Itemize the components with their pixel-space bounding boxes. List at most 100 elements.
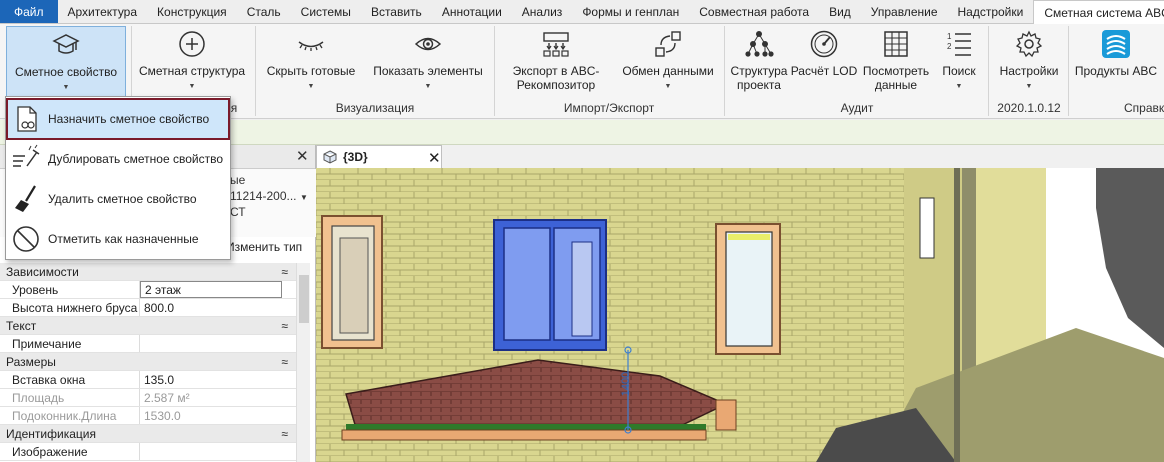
mortarboard-icon	[51, 29, 81, 61]
estimate-property-button[interactable]: Сметное свойство ▼	[6, 26, 126, 100]
hide-ready-label: Скрыть готовые	[266, 64, 356, 78]
divider	[724, 26, 725, 116]
chevron-down-icon: ▼	[424, 83, 432, 90]
level-field[interactable]: 2 этаж	[140, 281, 282, 298]
menu-item-delete[interactable]: Удалить сметное свойство	[8, 180, 228, 218]
view-tab-3d[interactable]: {3D} ✕	[316, 145, 442, 168]
prop-name: Изображение	[0, 443, 140, 460]
area-value: 2.587 м²	[144, 391, 190, 405]
sill-height-field[interactable]: 800.0	[140, 299, 296, 316]
show-elements-button[interactable]: Показать элементы ▼	[368, 26, 488, 100]
project-structure-label: Структура проекта	[730, 64, 788, 92]
tab-structure[interactable]: Конструкция	[147, 0, 237, 23]
view-tab-title: {3D}	[343, 150, 368, 164]
group-label-visualization: Визуализация	[335, 101, 415, 115]
section-dependencies[interactable]: Зависимости ≈	[0, 263, 296, 281]
3d-view-canvas[interactable]: 1400	[316, 168, 1164, 462]
type-name-line3: СТ	[230, 205, 246, 219]
plus-circle-icon	[177, 28, 207, 60]
chevron-down-icon[interactable]: ▼	[300, 193, 308, 202]
settings-button[interactable]: Настройки ▼	[992, 26, 1066, 100]
properties-scrollbar[interactable]	[296, 263, 310, 462]
divider	[1068, 26, 1069, 116]
hide-ready-button[interactable]: Скрыть готовые ▼	[262, 26, 360, 100]
image-field[interactable]	[140, 443, 296, 460]
prop-name: Уровень	[0, 281, 140, 298]
exchange-icon	[653, 28, 683, 60]
window-inset-field[interactable]: 135.0	[140, 371, 296, 388]
gear-icon	[1014, 28, 1044, 60]
search-button[interactable]: 12 Поиск ▼	[936, 26, 982, 100]
export-abc-button[interactable]: Экспорт в ABC-Рекомпозитор	[498, 26, 614, 100]
tab-insert[interactable]: Вставить	[361, 0, 432, 23]
project-structure-button[interactable]: Структура проекта	[728, 26, 790, 100]
chevron-down-icon: ▼	[955, 83, 963, 90]
section-label: Зависимости	[6, 265, 79, 279]
note-field[interactable]	[140, 335, 296, 352]
data-exchange-label: Обмен данными	[622, 64, 714, 78]
lod-calc-button[interactable]: Расчёт LOD	[790, 26, 858, 100]
broom-icon	[8, 182, 44, 216]
tab-steel[interactable]: Сталь	[237, 0, 291, 23]
eye-closed-icon	[296, 28, 326, 60]
tab-view[interactable]: Вид	[819, 0, 861, 23]
scrollbar-thumb[interactable]	[299, 275, 309, 323]
collapse-icon[interactable]: ≈	[281, 353, 288, 370]
prop-name: Подоконник.Длина	[0, 407, 140, 424]
tab-annotate[interactable]: Аннотации	[432, 0, 512, 23]
group-label-help: Справк	[1124, 101, 1164, 115]
tab-collaborate[interactable]: Совместная работа	[689, 0, 819, 23]
building-render	[316, 168, 1164, 462]
menu-item-label: Удалить сметное свойство	[48, 192, 197, 206]
close-icon[interactable]: ✕	[428, 149, 441, 167]
section-text[interactable]: Текст ≈	[0, 317, 296, 335]
tab-file[interactable]: Файл	[0, 0, 58, 23]
tab-systems[interactable]: Системы	[291, 0, 361, 23]
version-label: 2020.1.0.12	[997, 101, 1061, 115]
divider	[988, 26, 989, 116]
tab-abc-estimate[interactable]: Сметная система ABC	[1033, 0, 1164, 25]
table-row: Высота нижнего бруса 800.0	[0, 299, 296, 317]
tab-analyze[interactable]: Анализ	[512, 0, 573, 23]
prop-name: Вставка окна	[0, 371, 140, 388]
duplicate-icon	[8, 142, 44, 176]
chevron-down-icon: ▼	[307, 83, 315, 90]
abc-products-button[interactable]: Продукты ABC	[1072, 26, 1160, 100]
section-identification[interactable]: Идентификация ≈	[0, 425, 296, 443]
menu-item-mark-assigned[interactable]: Отметить как назначенные	[8, 220, 228, 258]
section-dimensions[interactable]: Размеры ≈	[0, 353, 296, 371]
export-abc-label: Экспорт в ABC-Рекомпозитор	[512, 64, 600, 92]
estimate-property-label: Сметное свойство	[14, 65, 118, 79]
group-label-audit: Аудит	[840, 101, 874, 115]
tab-architecture[interactable]: Архитектура	[58, 0, 148, 23]
tab-addins[interactable]: Надстройки	[948, 0, 1034, 23]
svg-text:1: 1	[947, 32, 952, 41]
hierarchy-icon	[744, 28, 774, 60]
collapse-icon[interactable]: ≈	[281, 425, 288, 442]
view-data-button[interactable]: Посмотреть данные	[858, 26, 934, 100]
collapse-icon[interactable]: ≈	[281, 317, 288, 334]
data-exchange-button[interactable]: Обмен данными ▼	[618, 26, 718, 100]
collapse-icon[interactable]: ≈	[281, 263, 288, 280]
estimate-structure-button[interactable]: Сметная структура ▼	[136, 26, 248, 100]
edit-type-button[interactable]: Изменить тип	[226, 240, 302, 254]
menu-item-assign[interactable]: Назначить сметное свойство	[6, 98, 230, 140]
menu-item-label: Назначить сметное свойство	[48, 112, 210, 126]
eye-icon	[413, 28, 443, 60]
section-label: Текст	[6, 319, 37, 333]
table-row: Примечание	[0, 335, 296, 353]
divider	[494, 26, 495, 116]
prop-name: Высота нижнего бруса	[0, 299, 140, 316]
table-icon	[881, 28, 911, 60]
tab-massing[interactable]: Формы и генплан	[572, 0, 689, 23]
menu-item-duplicate[interactable]: Дублировать сметное свойство	[8, 140, 228, 178]
close-icon[interactable]: ✕	[296, 149, 309, 164]
no-entry-icon	[8, 222, 44, 256]
tab-manage[interactable]: Управление	[861, 0, 948, 23]
abc-products-label: Продукты ABC	[1074, 64, 1158, 78]
table-row: Уровень 2 этаж	[0, 281, 296, 299]
dimension-label[interactable]: 1400	[620, 372, 632, 396]
group-label-import-export: Импорт/Экспорт	[563, 101, 655, 115]
ribbon-tabs: Файл Архитектура Конструкция Сталь Систе…	[0, 0, 1164, 25]
svg-text:2: 2	[947, 42, 952, 51]
